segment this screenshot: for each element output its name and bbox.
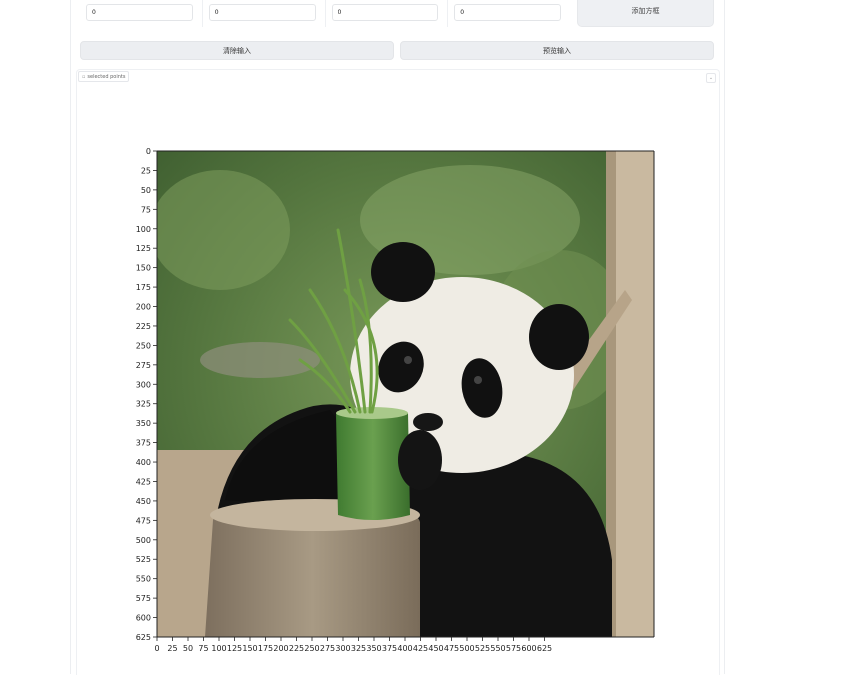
- coord-input-4[interactable]: [454, 4, 561, 21]
- panel-label: ▫ selected points: [78, 71, 130, 82]
- coord-cell-2: [203, 0, 326, 27]
- coord-input-2[interactable]: [208, 4, 316, 21]
- coord-input-1[interactable]: [86, 4, 193, 21]
- add-box-button[interactable]: 添加方框: [577, 0, 714, 27]
- panel-label-text: selected points: [87, 73, 126, 80]
- download-icon[interactable]: ⌄: [706, 73, 716, 83]
- coord-cell-4: [448, 0, 570, 27]
- coord-input-3[interactable]: [331, 4, 439, 21]
- clear-input-button[interactable]: 清除输入: [80, 41, 394, 60]
- coord-cell-3: [326, 0, 449, 27]
- box-coordinates-row: [80, 0, 570, 27]
- image-icon: ▫: [82, 73, 86, 80]
- coord-cell-1: [80, 0, 203, 27]
- image-output-panel: [76, 69, 720, 675]
- preview-input-button[interactable]: 预览输入: [400, 41, 714, 60]
